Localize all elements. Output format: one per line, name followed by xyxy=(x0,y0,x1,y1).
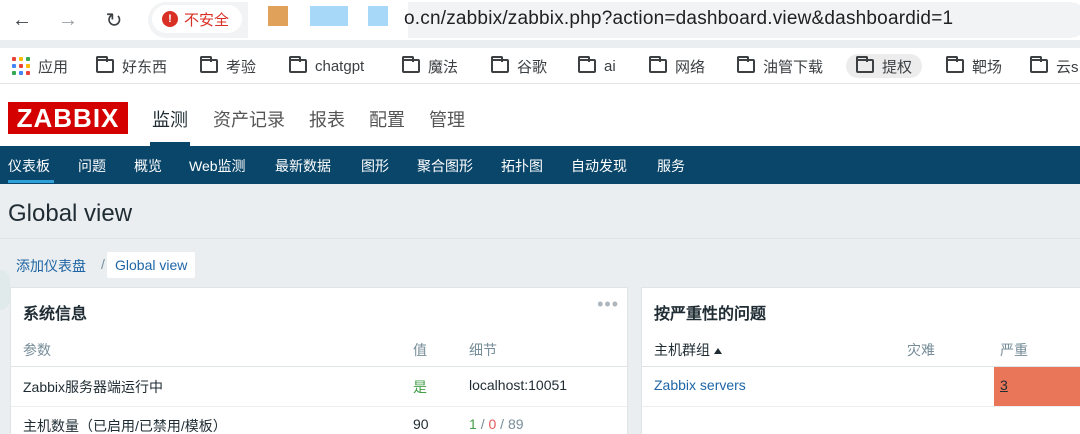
breadcrumb-parent[interactable]: 添加仪表盘 xyxy=(16,256,86,276)
menu-inventory[interactable]: 资产记录 xyxy=(213,106,285,132)
column-header: 灾难 xyxy=(907,342,935,358)
security-label: 不安全 xyxy=(184,11,230,29)
table-cell-value: 是 xyxy=(413,379,427,395)
host-group-link[interactable]: Zabbix servers xyxy=(654,377,746,393)
submenu-web[interactable]: Web监测 xyxy=(189,156,246,176)
url-text: o.cn/zabbix/zabbix.php?action=dashboard.… xyxy=(404,8,954,29)
system-info-widget: 系统信息 ••• 参数 值 细节 Zabbix服务器端运行中 是 localho… xyxy=(10,287,628,434)
folder-icon xyxy=(946,56,964,73)
page-title: Global view xyxy=(8,200,133,227)
column-header: 细节 xyxy=(469,342,497,358)
folder-icon xyxy=(491,56,509,73)
bookmark-folder[interactable]: 网络 xyxy=(649,54,705,78)
back-arrow-icon[interactable]: ← xyxy=(8,6,36,34)
submenu-graphs[interactable]: 图形 xyxy=(361,156,389,176)
submenu-dashboard[interactable]: 仪表板 xyxy=(8,156,50,176)
reload-icon[interactable]: ↻ xyxy=(100,6,128,34)
enabled-count: 1 xyxy=(469,416,477,432)
bookmark-folder[interactable]: 好东西 xyxy=(96,54,167,78)
redaction-block xyxy=(310,6,348,26)
submenu-latest-data[interactable]: 最新数据 xyxy=(275,156,331,176)
submenu-maps[interactable]: 拓扑图 xyxy=(501,156,543,176)
forward-arrow-icon[interactable]: → xyxy=(54,6,82,34)
redaction-block xyxy=(368,6,388,26)
menu-monitoring[interactable]: 监测 xyxy=(152,106,188,132)
widget-title: 系统信息 xyxy=(23,306,88,323)
browser-toolbar: ← → ↻ ! 不安全 o.cn/zabbix/zabbix.php?actio… xyxy=(0,0,1080,40)
header-divider xyxy=(11,366,627,367)
table-cell-param: 主机数量（已启用/已禁用/模板） xyxy=(23,418,227,434)
high-severity-cell[interactable]: 3 xyxy=(994,367,1080,406)
high-severity-count[interactable]: 3 xyxy=(1000,377,1008,393)
menu-configuration[interactable]: 配置 xyxy=(369,106,405,132)
table-cell-value: 90 xyxy=(413,416,429,432)
column-header-sorted[interactable]: 主机群组 xyxy=(654,340,722,360)
disabled-count: 0 xyxy=(488,416,497,432)
table-cell-detail: 1 / 0 / 89 xyxy=(469,416,524,432)
bookmark-folder[interactable]: 谷歌 xyxy=(491,54,547,78)
zabbix-logo[interactable]: ZABBIX xyxy=(8,102,128,134)
folder-icon xyxy=(856,56,874,73)
breadcrumb-separator: / xyxy=(101,256,105,272)
separator: / xyxy=(480,416,485,432)
column-header: 严重 xyxy=(1000,342,1028,358)
submenu-overview[interactable]: 概览 xyxy=(134,156,162,176)
bookmark-folder[interactable]: 魔法 xyxy=(402,54,458,78)
folder-icon xyxy=(402,56,420,73)
folder-icon xyxy=(200,56,218,73)
widget-title: 按严重性的问题 xyxy=(654,306,767,323)
active-submenu-indicator xyxy=(8,180,54,183)
menu-reports[interactable]: 报表 xyxy=(309,106,345,132)
bookmarks-bar: 应用 好东西 考验 chatgpt 魔法 谷歌 ai 网络 油管下载 提权 靶场… xyxy=(0,48,1080,84)
bookmark-apps[interactable]: 应用 xyxy=(12,54,68,78)
folder-icon xyxy=(96,56,114,73)
separator: / xyxy=(500,416,505,432)
bookmark-folder[interactable]: chatgpt xyxy=(289,54,364,78)
bookmark-folder[interactable]: 考验 xyxy=(200,54,256,78)
sort-asc-icon xyxy=(714,348,722,355)
warning-icon: ! xyxy=(162,11,178,27)
bookmark-folder[interactable]: 油管下载 xyxy=(737,54,823,78)
submenu-bar: 仪表板 问题 概览 Web监测 最新数据 图形 聚合图形 拓扑图 自动发现 服务 xyxy=(0,146,1080,184)
templates-count: 89 xyxy=(507,416,524,432)
table-cell-param: Zabbix服务器端运行中 xyxy=(23,379,164,395)
bookmark-folder[interactable]: 云s xyxy=(1030,54,1079,78)
submenu-services[interactable]: 服务 xyxy=(657,156,685,176)
widget-menu-icon[interactable]: ••• xyxy=(597,294,619,315)
redaction-block xyxy=(268,6,288,26)
column-header: 值 xyxy=(413,342,427,358)
folder-icon xyxy=(1030,56,1048,73)
menu-administration[interactable]: 管理 xyxy=(429,106,465,132)
submenu-discovery[interactable]: 自动发现 xyxy=(571,156,627,176)
decorative-accent xyxy=(0,270,10,310)
zabbix-header: ZABBIX 监测 资产记录 报表 配置 管理 xyxy=(0,84,1080,146)
security-indicator[interactable]: ! 不安全 xyxy=(152,5,242,33)
bookmark-folder[interactable]: 靶场 xyxy=(946,54,1002,78)
folder-icon xyxy=(578,56,596,73)
title-divider xyxy=(0,238,1080,239)
row-divider xyxy=(11,406,627,407)
problems-by-severity-widget: 按严重性的问题 主机群组 灾难 严重 Zabbix servers 3 xyxy=(641,287,1080,434)
folder-icon xyxy=(737,56,755,73)
folder-icon xyxy=(649,56,667,73)
table-cell-detail: localhost:10051 xyxy=(469,377,568,393)
breadcrumb-current[interactable]: Global view xyxy=(107,252,196,278)
submenu-problems[interactable]: 问题 xyxy=(78,156,106,176)
bookmark-folder-active[interactable]: 提权 xyxy=(846,54,923,78)
bookmark-folder[interactable]: ai xyxy=(578,54,616,78)
submenu-screens[interactable]: 聚合图形 xyxy=(417,156,473,176)
column-header: 参数 xyxy=(23,342,51,358)
folder-icon xyxy=(289,56,307,73)
row-divider xyxy=(642,406,1080,407)
apps-grid-icon xyxy=(12,57,30,75)
